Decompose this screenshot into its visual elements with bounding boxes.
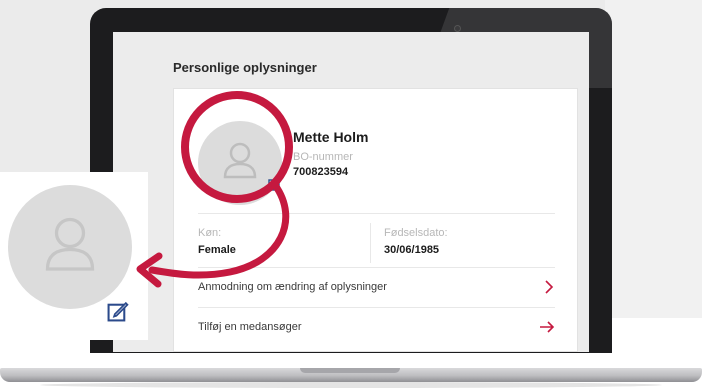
user-icon: [45, 217, 95, 271]
id-label: BO-nummer: [293, 151, 353, 163]
section-title: Personlige oplysninger: [173, 60, 317, 75]
add-co-applicant-label: Tilføj en medansøger: [198, 321, 302, 333]
id-value: 700823594: [293, 166, 349, 178]
add-co-applicant-row[interactable]: Tilføj en medansøger: [198, 311, 555, 345]
chevron-right-icon: [545, 280, 554, 294]
zoomed-avatar: [8, 185, 132, 309]
birthdate-value: 30/06/1985: [384, 244, 440, 256]
laptop-shadow: [40, 382, 662, 388]
laptop-screen: Personlige oplysninger Mette Holm BO-num…: [113, 32, 589, 352]
request-change-label: Anmodning om ændring af oplysninger: [198, 281, 387, 293]
backdrop-right-panel: [605, 0, 702, 318]
divider: [198, 307, 555, 308]
divider: [198, 213, 555, 214]
gender-value: Female: [198, 244, 236, 256]
avatar[interactable]: [198, 121, 282, 205]
laptop-base-notch: [300, 368, 400, 373]
camera-icon: [454, 25, 461, 32]
user-icon: [223, 142, 257, 179]
profile-name: Mette Holm: [293, 129, 369, 145]
birthdate-label: Fødselsdato:: [384, 227, 448, 239]
zoomed-edit-icon: [107, 301, 129, 322]
arrow-right-icon: [540, 321, 555, 333]
field-divider: [370, 223, 371, 263]
divider: [198, 267, 555, 268]
request-change-row[interactable]: Anmodning om ændring af oplysninger: [198, 271, 555, 305]
gender-label: Køn:: [198, 227, 222, 239]
edit-avatar-icon[interactable]: [268, 177, 282, 191]
profile-card: Mette Holm BO-nummer 700823594 Køn: Fema…: [173, 88, 578, 352]
